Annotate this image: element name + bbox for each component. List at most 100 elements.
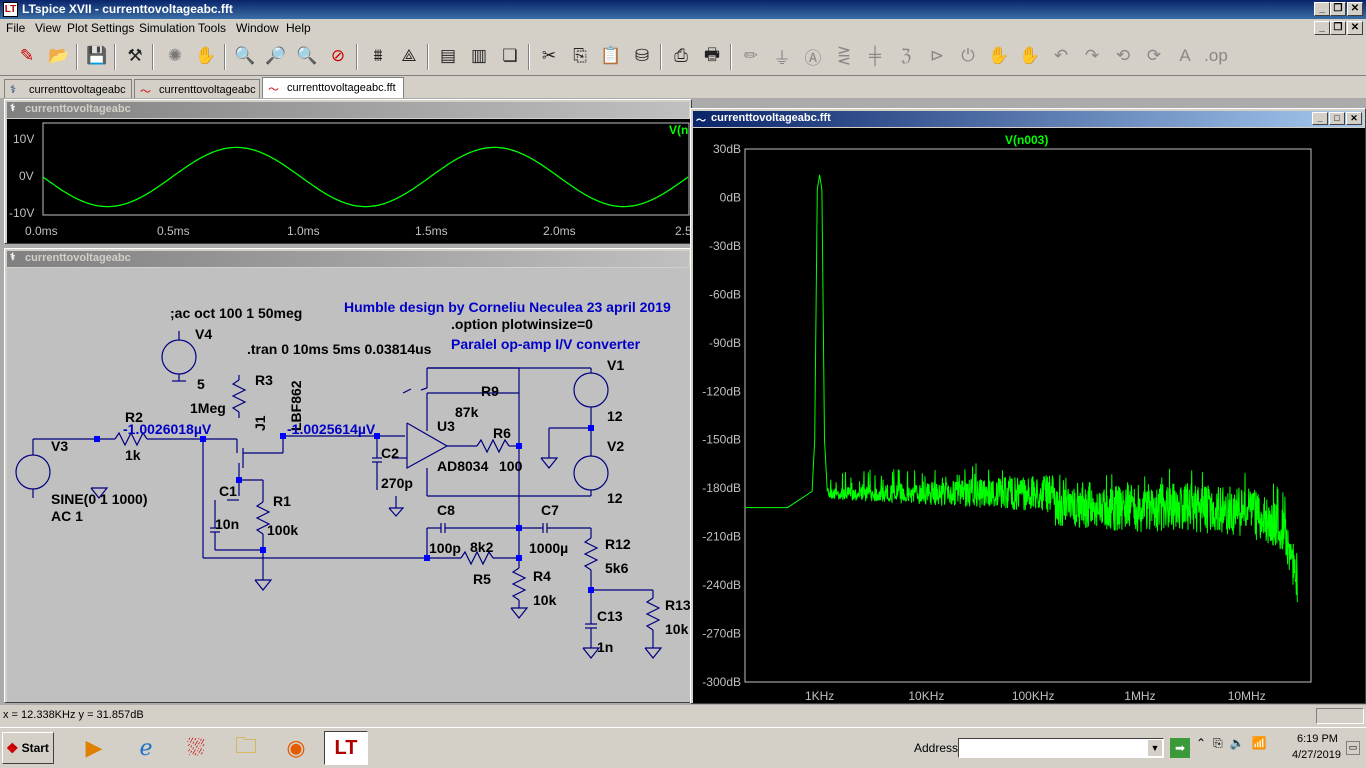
undo-icon[interactable]: ↶	[1048, 43, 1074, 69]
r3-value[interactable]: 1Meg	[190, 400, 226, 416]
ground-icon[interactable]: ⏚	[769, 43, 795, 69]
menu-window[interactable]: Window	[236, 21, 279, 35]
v4-label[interactable]: V4	[195, 326, 212, 342]
c7-value[interactable]: 1000µ	[529, 540, 568, 556]
menu-view[interactable]: View	[35, 21, 61, 35]
pan-icon[interactable]: 🔎	[263, 43, 289, 69]
copy-icon[interactable]: ⎘	[567, 43, 593, 69]
fft-window-caption[interactable]: 〜 currenttovoltageabc.fft _ □ ✕	[693, 111, 1363, 127]
c1-value[interactable]: 10n	[215, 516, 239, 532]
v3-sine[interactable]: SINE(0 1 1000)	[51, 491, 148, 507]
c13-label[interactable]: C13	[597, 608, 623, 624]
schematic-window-caption[interactable]: ⚕ currenttovoltageabc	[7, 251, 689, 267]
media-player-icon[interactable]: ▶	[76, 731, 112, 765]
firefox-icon[interactable]: ◉	[278, 731, 314, 765]
r12-label[interactable]: R12	[605, 536, 631, 552]
ac-directive[interactable]: ;ac oct 100 1 50meg	[170, 305, 302, 321]
waveform-icon[interactable]: ⟁	[396, 43, 422, 69]
c1-label[interactable]: C1	[219, 483, 237, 499]
r3-label[interactable]: R3	[255, 372, 273, 388]
rotate-icon[interactable]: ⟲	[1110, 43, 1136, 69]
menu-help[interactable]: Help	[286, 21, 311, 35]
design-subtitle[interactable]: Paralel op-amp I/V converter	[451, 336, 641, 352]
cut-icon[interactable]: ✂	[536, 43, 562, 69]
r9-label[interactable]: R9	[481, 383, 499, 399]
r13-label[interactable]: R13	[665, 597, 691, 613]
show-hidden-icon[interactable]: ⌃	[1196, 736, 1213, 750]
network-icon[interactable]: 📶	[1252, 736, 1274, 750]
v2-value[interactable]: 12	[607, 490, 623, 506]
r4-label[interactable]: R4	[533, 568, 551, 584]
resistor-icon[interactable]: ⋛	[831, 43, 857, 69]
schematic-canvas[interactable]: ;ac oct 100 1 50meg V4 5 .tran 0 10ms 5m…	[7, 268, 691, 702]
tile-horizontal-icon[interactable]: ▤	[435, 43, 461, 69]
r2-value[interactable]: 1k	[125, 447, 141, 463]
clock-time[interactable]: 6:19 PM	[1297, 733, 1338, 745]
go-arrow-icon[interactable]: ➡	[1170, 738, 1190, 758]
close-button[interactable]: ✕	[1347, 2, 1363, 16]
text-icon[interactable]: A	[1172, 43, 1198, 69]
drag-icon[interactable]: ✋	[1017, 43, 1043, 69]
internet-explorer-icon[interactable]: ℯ	[128, 731, 164, 765]
menu-simulation[interactable]: Simulation	[139, 21, 195, 35]
j1-label[interactable]: J1	[252, 415, 268, 431]
c8-label[interactable]: C8	[437, 502, 455, 518]
wire-icon[interactable]: ✏	[738, 43, 764, 69]
tile-vertical-icon[interactable]: ▥	[466, 43, 492, 69]
open-icon[interactable]: 📂	[46, 43, 72, 69]
r4-value[interactable]: 10k	[533, 592, 557, 608]
print-setup-icon[interactable]: 🖶	[699, 43, 725, 69]
start-button[interactable]: ❖ Start	[2, 732, 54, 764]
fft-minimize-button[interactable]: _	[1312, 112, 1328, 125]
menu-plot-settings[interactable]: Plot Settings	[67, 21, 134, 35]
zoom-fit-icon[interactable]: ⊘	[325, 43, 351, 69]
waveform-window-caption[interactable]: ⚕ currenttovoltageabc	[7, 102, 689, 118]
v4-value[interactable]: 5	[197, 376, 205, 392]
r1-label[interactable]: R1	[273, 493, 291, 509]
new-schematic-icon[interactable]: ✎	[14, 43, 40, 69]
address-dropdown-icon[interactable]: ▼	[1148, 740, 1162, 756]
tab-fft[interactable]: 〜 currenttovoltageabc.fft	[262, 77, 404, 98]
child-restore-button[interactable]: ❐	[1330, 21, 1346, 35]
c8-value[interactable]: 100p	[429, 540, 461, 556]
clock-date[interactable]: 4/27/2019	[1292, 749, 1341, 761]
fft-close-button[interactable]: ✕	[1346, 112, 1362, 125]
notification-icon[interactable]: ▭	[1346, 741, 1360, 755]
volume-icon[interactable]: 🔈	[1230, 736, 1252, 750]
menu-file[interactable]: File	[6, 21, 25, 35]
r5-value[interactable]: 8k2	[470, 539, 494, 555]
c7-label[interactable]: C7	[541, 502, 559, 518]
r9-value[interactable]: 87k	[455, 404, 479, 420]
cascade-icon[interactable]: ❏	[497, 43, 523, 69]
paste-icon[interactable]: 📋	[598, 43, 624, 69]
minimize-button[interactable]: _	[1314, 2, 1330, 16]
run-icon[interactable]: ✺	[162, 43, 188, 69]
capacitor-icon[interactable]: ╪	[862, 43, 888, 69]
ltspice-task-icon[interactable]: LT	[324, 731, 368, 765]
v3-ac[interactable]: AC 1	[51, 508, 83, 524]
v2-label[interactable]: V2	[607, 438, 624, 454]
mirror-icon[interactable]: ⟳	[1141, 43, 1167, 69]
diode-icon[interactable]: ⊳	[924, 43, 950, 69]
tab-schematic[interactable]: ⚕ currenttovoltageabc	[4, 79, 132, 98]
r1-value[interactable]: 100k	[267, 522, 298, 538]
r12-value[interactable]: 5k6	[605, 560, 629, 576]
waveform-plot[interactable]: 10V 0V -10V 0.0ms 0.5ms 1.0ms 1.5ms 2.0m…	[7, 119, 691, 243]
child-minimize-button[interactable]: _	[1314, 21, 1330, 35]
inductor-icon[interactable]: ℨ	[893, 43, 919, 69]
control-panel-icon[interactable]: ⚒	[122, 43, 148, 69]
halt-icon[interactable]: ✋	[193, 43, 219, 69]
c13-value[interactable]: 1n	[597, 639, 613, 655]
r13-value[interactable]: 10k	[665, 621, 689, 637]
find-icon[interactable]: ⛁	[629, 43, 655, 69]
r6-label[interactable]: R6	[493, 425, 511, 441]
v1-label[interactable]: V1	[607, 357, 624, 373]
save-icon[interactable]: 💾	[84, 43, 110, 69]
fft-maximize-button[interactable]: □	[1329, 112, 1345, 125]
tran-directive[interactable]: .tran 0 10ms 5ms 0.03814us	[247, 341, 432, 357]
redo-icon[interactable]: ↷	[1079, 43, 1105, 69]
option-directive[interactable]: .option plotwinsize=0	[451, 316, 593, 332]
zoom-in-icon[interactable]: 🔍	[232, 43, 258, 69]
c2-value[interactable]: 270p	[381, 475, 413, 491]
fft-plot[interactable]: V(n003) 30dB 0dB -30dB -60dB -90dB -120dB -150…	[693, 128, 1365, 703]
